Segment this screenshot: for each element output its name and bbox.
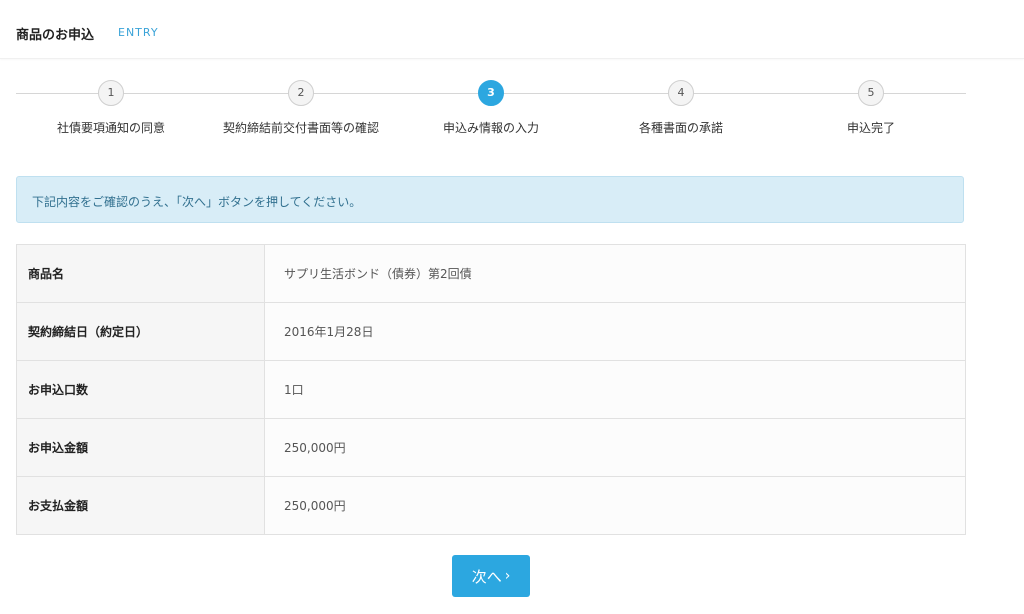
progress-stepper: 1 社債要項通知の同意 2 契約締結前交付書面等の確認 3 申込み情報の入力 4…	[16, 78, 966, 138]
step-2: 2 契約締結前交付書面等の確認	[206, 80, 396, 140]
row-value: サプリ生活ボンド（債券）第2回債	[264, 244, 966, 303]
step-label: 社債要項通知の同意	[56, 121, 165, 135]
step-number: 5	[858, 80, 884, 106]
step-label: 各種書面の承諾	[638, 121, 723, 135]
row-label: 契約締結日（約定日）	[16, 302, 265, 361]
table-row: お申込金額 250,000円	[16, 418, 966, 477]
order-details-table: 商品名 サプリ生活ボンド（債券）第2回債 契約締結日（約定日） 2016年1月2…	[16, 244, 966, 535]
row-value: 2016年1月28日	[264, 302, 966, 361]
table-row: 商品名 サプリ生活ボンド（債券）第2回債	[16, 244, 966, 303]
row-label: 商品名	[16, 244, 265, 303]
row-value: 250,000円	[264, 476, 966, 535]
page-header: 商品のお申込 ENTRY	[0, 0, 1024, 59]
chevron-right-icon: ›	[504, 568, 511, 584]
next-button-label: 次へ	[471, 567, 502, 586]
step-label: 契約締結前交付書面等の確認	[222, 121, 379, 135]
step-3: 3 申込み情報の入力	[396, 80, 586, 140]
step-label: 申込み情報の入力	[442, 121, 539, 135]
row-label: お申込金額	[16, 418, 265, 477]
table-row: お申込口数 1口	[16, 360, 966, 419]
step-number: 1	[98, 80, 124, 106]
info-alert: 下記内容をご確認のうえ、「次へ」ボタンを押してください。	[16, 176, 964, 223]
step-label: 申込完了	[846, 121, 895, 135]
page-subtitle: ENTRY	[118, 26, 159, 39]
next-button[interactable]: 次へ ›	[452, 555, 530, 597]
row-label: お申込口数	[16, 360, 265, 419]
table-row: お支払金額 250,000円	[16, 476, 966, 535]
step-4: 4 各種書面の承諾	[586, 80, 776, 140]
step-number: 4	[668, 80, 694, 106]
row-value: 1口	[264, 360, 966, 419]
table-row: 契約締結日（約定日） 2016年1月28日	[16, 302, 966, 361]
step-number: 3	[478, 80, 504, 106]
step-1: 1 社債要項通知の同意	[16, 80, 206, 140]
row-value: 250,000円	[264, 418, 966, 477]
step-5: 5 申込完了	[776, 80, 966, 140]
step-number: 2	[288, 80, 314, 106]
page-title: 商品のお申込	[16, 28, 95, 43]
row-label: お支払金額	[16, 476, 265, 535]
